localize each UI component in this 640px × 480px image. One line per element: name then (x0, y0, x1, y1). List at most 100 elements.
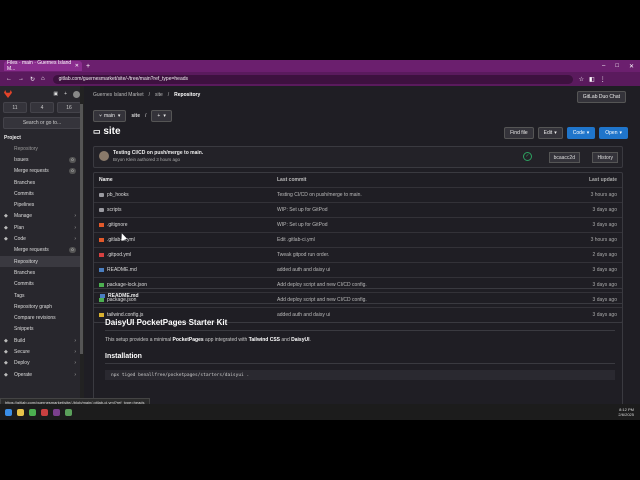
sidebar-toggle-icon[interactable]: ▣ (53, 91, 58, 97)
readme-file-name[interactable]: README.md (108, 293, 139, 299)
file-name-link[interactable]: README.md (107, 267, 137, 273)
sidebar-item-manage[interactable]: ◆ Manage › (0, 211, 84, 222)
app-icon[interactable] (65, 408, 72, 416)
file-name-cell: .gitpod.yml (94, 252, 277, 258)
find-file-button[interactable]: Find file (504, 127, 534, 139)
edit-button[interactable]: Edit ▾ (537, 127, 563, 139)
file-name-link[interactable]: .gitignore (107, 222, 128, 228)
sidebar-item-merge-requests[interactable]: Merge requests 0 (0, 166, 84, 177)
todo-counter[interactable]: 16 (57, 102, 81, 113)
col-commit: Last commit (277, 177, 307, 183)
last-update-cell: 3 hours ago (590, 237, 617, 243)
scrollbar-thumb[interactable] (80, 104, 83, 354)
file-explorer-icon[interactable] (17, 408, 24, 416)
readme-code-block[interactable]: npx tiged benallfree/pocketpages/starter… (105, 370, 615, 380)
commit-author: Bryon Klein authored 3 hours ago (113, 157, 181, 162)
app-icon[interactable] (41, 408, 48, 416)
minimize-icon[interactable]: – (602, 63, 605, 70)
sidebar-item-label: Snippets (14, 326, 34, 333)
new-item-icon[interactable]: + (64, 91, 67, 97)
file-name-link[interactable]: scripts (107, 207, 121, 213)
sidebar-item-snippets[interactable]: Snippets (0, 324, 84, 335)
last-commit-link[interactable]: WIP: Set up for GitPod (277, 207, 527, 213)
add-dropdown[interactable]: + ▾ (151, 110, 172, 122)
last-commit-link[interactable]: Tweak gitpod run order. (277, 252, 527, 258)
table-row[interactable]: .gitignore WIP: Set up for GitPod 3 days a… (94, 218, 622, 233)
sidebar-item-issues[interactable]: Issues 0 (0, 154, 84, 165)
file-name-link[interactable]: .gitpod.yml (107, 252, 131, 258)
sidebar-item-compare-revisions[interactable]: Compare revisions (0, 312, 84, 323)
sidebar-item-build[interactable]: ◆ Build › (0, 335, 84, 346)
branch-selector[interactable]: ⑂ main ▾ (93, 110, 127, 122)
avatar[interactable] (99, 151, 109, 161)
code-button[interactable]: Code ▾ (566, 127, 596, 139)
table-row[interactable]: .gitpod.yml Tweak gitpod run order. 2 days… (94, 248, 622, 263)
sidebar-item-tags[interactable]: Tags (0, 290, 84, 301)
file-icon (99, 223, 104, 227)
sidebar-item-plan[interactable]: ◆ Plan › (0, 222, 84, 233)
sidebar-item-repository[interactable]: Repository (0, 143, 84, 154)
commit-message[interactable]: Testing CI/CD on push/merge to main. (113, 150, 203, 156)
browser-tab[interactable]: Files · main · Guernes Island M... ✕ (4, 60, 82, 72)
sidebar-item-label: Secure (14, 348, 30, 355)
crumb-project[interactable]: site (155, 92, 163, 98)
open-label: Open (605, 130, 618, 136)
markdown-icon (100, 294, 105, 298)
sidebar-item-commits[interactable]: Commits (0, 279, 84, 290)
table-row[interactable]: scripts WIP: Set up for GitPod 3 days ago (94, 203, 622, 218)
forward-icon[interactable]: → (18, 76, 24, 82)
windows-start-icon[interactable] (5, 408, 12, 416)
browser-app-icon[interactable] (53, 408, 60, 416)
mr-counter[interactable]: 4 (30, 102, 54, 113)
sidebar-item-secure[interactable]: ◆ Secure › (0, 346, 84, 357)
star-icon[interactable]: ☆ (579, 76, 584, 83)
path-root[interactable]: site (131, 113, 140, 119)
last-commit-link[interactable]: added auth and daisy ui (277, 267, 527, 273)
close-window-icon[interactable]: ✕ (629, 63, 634, 70)
sidebar-item-repository[interactable]: Repository (0, 255, 84, 268)
sidebar-item-code[interactable]: ◆ Code › (0, 233, 84, 244)
sidebar-item-repository-graph[interactable]: Repository graph (0, 301, 84, 312)
sidebar-scrollbar[interactable] (80, 86, 84, 420)
sidebar-item-deploy[interactable]: ◆ Deploy › (0, 358, 84, 369)
sidebar-item-commits[interactable]: Commits (0, 188, 84, 199)
crumb-group[interactable]: Guernes Island Market (93, 92, 144, 98)
pipeline-passed-icon[interactable]: ✓ (523, 152, 532, 161)
user-avatar[interactable] (73, 90, 80, 98)
last-commit-link[interactable]: Testing CI/CD on push/merge to main. (277, 192, 527, 198)
chevron-down-icon: ▾ (117, 113, 121, 119)
file-icon (99, 238, 104, 242)
readme-bold: DaisyUI (291, 337, 310, 343)
new-tab-icon[interactable]: + (86, 63, 90, 70)
sidebar-item-pipelines[interactable]: Pipelines (0, 199, 84, 210)
sidebar-item-operate[interactable]: ◆ Operate › (0, 369, 84, 380)
commit-sha-button[interactable]: bcaacc2d (548, 152, 580, 163)
gitlab-logo-icon[interactable] (4, 90, 12, 98)
table-row[interactable]: README.md added auth and daisy ui 3 days a… (94, 263, 622, 278)
issues-counter[interactable]: 11 (3, 102, 27, 113)
last-commit-link[interactable]: Edit .gitlab-ci.yml (277, 237, 527, 243)
clock[interactable]: 8:12 PM 2/6/2025 (618, 407, 634, 417)
maximize-icon[interactable]: □ (615, 63, 619, 70)
chrome-icon[interactable] (29, 408, 36, 416)
section-project: Project (4, 135, 21, 141)
chevron-right-icon: › (74, 360, 76, 367)
menu-icon[interactable]: ⋮ (600, 76, 606, 83)
search-button[interactable]: Search or go to... (3, 117, 81, 129)
table-row[interactable]: .gitlab-ci.yml Edit .gitlab-ci.yml 3 hours… (94, 233, 622, 248)
open-button[interactable]: Open ▾ (599, 127, 628, 139)
sidebar-item-branches[interactable]: Branches (0, 267, 84, 278)
sidebar-item-branches[interactable]: Branches (0, 177, 84, 188)
sidebar-item-merge-requests[interactable]: Merge requests 0 (0, 245, 84, 256)
close-tab-icon[interactable]: ✕ (75, 63, 79, 69)
extension-icon[interactable]: ◧ (589, 76, 595, 83)
url-input[interactable]: gitlab.com/guernesmarket/site/-/tree/mai… (52, 74, 573, 84)
last-commit-link[interactable]: WIP: Set up for GitPod (277, 222, 527, 228)
file-name-link[interactable]: pb_hooks (107, 192, 129, 198)
home-icon[interactable]: ⌂ (41, 76, 45, 82)
duo-chat-button[interactable]: GitLab Duo Chat (576, 91, 626, 103)
table-row[interactable]: pb_hooks Testing CI/CD on push/merge to m… (94, 188, 622, 203)
reload-icon[interactable]: ↻ (30, 76, 35, 83)
history-button[interactable]: History (592, 152, 618, 163)
back-icon[interactable]: ← (6, 76, 12, 82)
